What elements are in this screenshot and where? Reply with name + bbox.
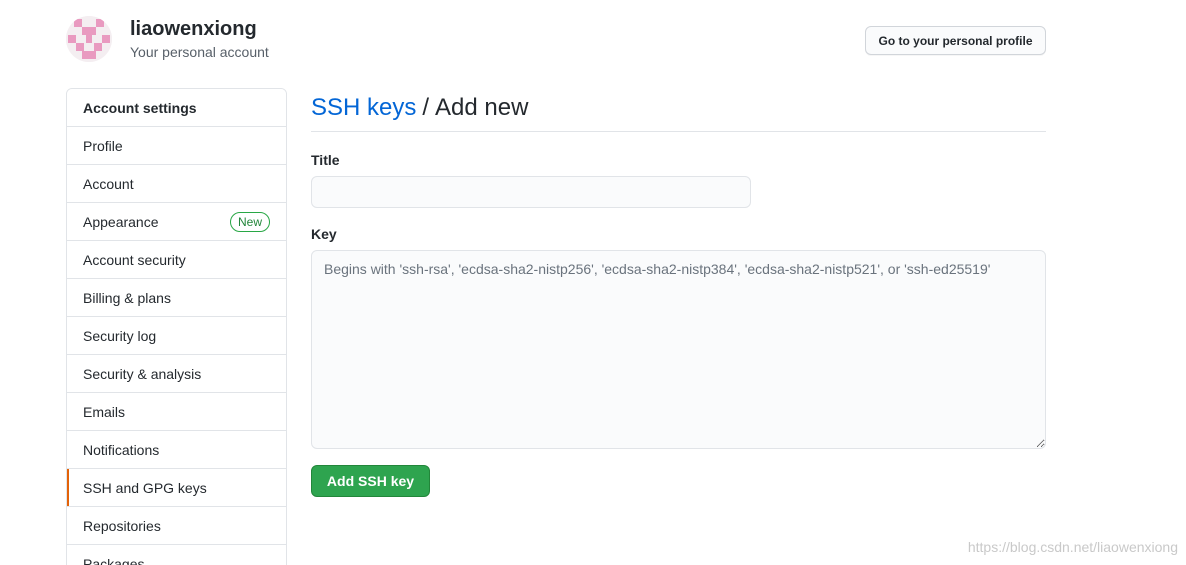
user-meta: liaowenxiong Your personal account	[130, 17, 269, 62]
page-title: SSH keys / Add new	[311, 88, 1046, 132]
username[interactable]: liaowenxiong	[130, 17, 269, 41]
go-to-profile-button[interactable]: Go to your personal profile	[865, 26, 1046, 55]
sidebar-item-label: Profile	[83, 137, 123, 154]
breadcrumb-separator: /	[422, 93, 430, 121]
sidebar-item-label: Account	[83, 175, 134, 192]
sidebar-item-label: Billing & plans	[83, 289, 171, 306]
avatar[interactable]	[66, 16, 112, 62]
key-label: Key	[311, 226, 337, 242]
main-content: SSH keys / Add new Title Key Add SSH key	[311, 88, 1046, 497]
sidebar-item-ssh-gpg-keys[interactable]: SSH and GPG keys	[67, 469, 286, 507]
sidebar-item-account-security[interactable]: Account security	[67, 241, 286, 279]
sidebar-item-notifications[interactable]: Notifications	[67, 431, 286, 469]
key-textarea[interactable]	[311, 250, 1046, 449]
sidebar-item-packages[interactable]: Packages	[67, 545, 286, 565]
sidebar-item-label: Packages	[83, 555, 145, 565]
sidebar-item-appearance[interactable]: Appearance New	[67, 203, 286, 241]
sidebar-item-label: SSH and GPG keys	[83, 479, 207, 496]
sidebar-item-label: Appearance	[83, 213, 159, 230]
account-type: Your personal account	[130, 43, 269, 60]
sidebar-item-security-analysis[interactable]: Security & analysis	[67, 355, 286, 393]
user-header: liaowenxiong Your personal account	[66, 16, 269, 62]
sidebar-item-repositories[interactable]: Repositories	[67, 507, 286, 545]
sidebar-item-billing[interactable]: Billing & plans	[67, 279, 286, 317]
sidebar-item-security-log[interactable]: Security log	[67, 317, 286, 355]
sidebar-item-label: Security log	[83, 327, 157, 344]
sidebar-item-account[interactable]: Account	[67, 165, 286, 203]
breadcrumb-current: Add new	[435, 93, 529, 121]
sidebar-item-label: Notifications	[83, 441, 160, 458]
title-input[interactable]	[311, 176, 751, 208]
title-label: Title	[311, 152, 340, 168]
watermark: https://blog.csdn.net/liaowenxiong	[967, 539, 1178, 555]
settings-sidebar: Account settings Profile Account Appeara…	[66, 88, 287, 565]
sidebar-item-label: Repositories	[83, 517, 161, 534]
add-ssh-key-button[interactable]: Add SSH key	[311, 465, 430, 497]
new-badge: New	[229, 211, 270, 232]
sidebar-heading: Account settings	[67, 89, 286, 127]
sidebar-item-emails[interactable]: Emails	[67, 393, 286, 431]
sidebar-item-label: Emails	[83, 403, 126, 420]
sidebar-item-label: Security & analysis	[83, 365, 202, 382]
sidebar-item-profile[interactable]: Profile	[67, 127, 286, 165]
identicon-icon	[66, 16, 112, 62]
breadcrumb-ssh-keys-link[interactable]: SSH keys	[311, 89, 416, 127]
sidebar-item-label: Account security	[83, 251, 186, 268]
